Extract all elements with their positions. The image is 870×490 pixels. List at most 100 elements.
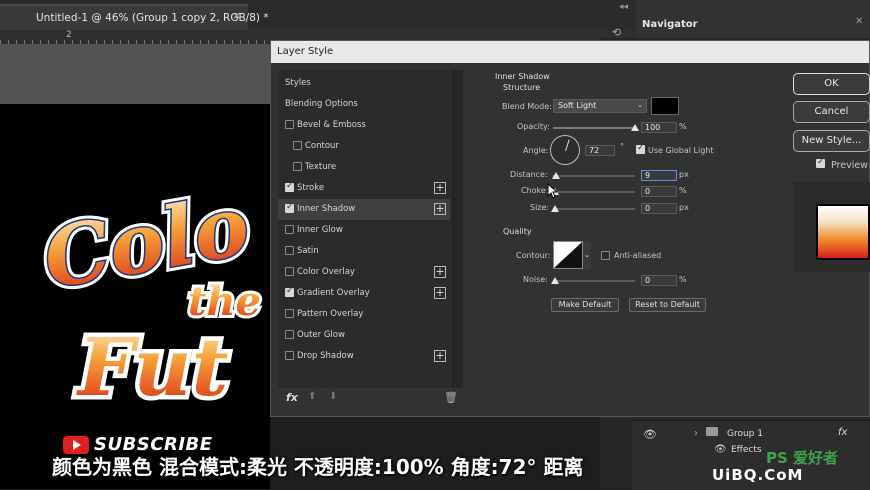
chevron-right-icon[interactable]: › — [694, 428, 698, 439]
size-input[interactable]: 0 — [641, 203, 677, 214]
style-item-label: Inner Glow — [297, 225, 343, 235]
layer-name[interactable]: Group 1 — [727, 429, 763, 439]
style-item-label: Texture — [305, 162, 337, 172]
noise-slider[interactable] — [553, 280, 635, 282]
collapse-arrows-icon[interactable]: ◂◂ — [619, 2, 628, 12]
distance-input[interactable]: 9 — [641, 170, 677, 181]
reset-default-button[interactable]: Reset to Default — [629, 298, 706, 312]
panel-close-icon[interactable]: ✕ — [855, 16, 863, 27]
anti-aliased-checkbox[interactable] — [601, 251, 610, 260]
contour-preview[interactable] — [553, 241, 583, 269]
size-slider-thumb[interactable] — [551, 205, 559, 212]
style-checkbox[interactable] — [285, 286, 294, 297]
size-label: Size: — [530, 203, 550, 212]
cancel-button[interactable]: Cancel — [793, 101, 870, 123]
shadow-color-swatch[interactable] — [651, 97, 679, 115]
ok-button[interactable]: OK — [793, 73, 870, 95]
choke-slider[interactable] — [553, 191, 635, 193]
add-style-plus-icon[interactable]: + — [434, 203, 446, 215]
trash-icon[interactable]: 🗑 — [444, 391, 458, 404]
navigator-panel-header: Navigator — [636, 0, 870, 39]
add-style-plus-icon[interactable]: + — [434, 182, 446, 194]
ruler-number: 2 — [66, 30, 72, 40]
style-item-gradient-overlay[interactable]: Gradient Overlay + — [278, 283, 450, 304]
style-checkbox[interactable] — [285, 330, 294, 339]
noise-unit: % — [679, 275, 687, 284]
use-global-light-checkbox[interactable] — [636, 143, 645, 154]
style-checkbox[interactable] — [285, 202, 294, 213]
style-item-color-overlay[interactable]: Color Overlay + — [278, 262, 450, 283]
style-checkbox[interactable] — [285, 225, 294, 234]
folder-icon — [706, 427, 718, 436]
style-checkbox[interactable] — [285, 267, 294, 276]
style-checkbox[interactable] — [285, 246, 294, 255]
noise-input[interactable]: 0 — [641, 275, 677, 286]
opacity-input[interactable]: 100 — [641, 122, 677, 133]
opacity-slider-thumb[interactable] — [631, 124, 639, 131]
effects-label[interactable]: Effects — [731, 445, 762, 455]
layer-fx-icon[interactable]: fx — [838, 427, 847, 438]
style-checkbox[interactable] — [285, 309, 294, 318]
blend-mode-select[interactable]: Soft Light ⌄ — [553, 99, 647, 113]
style-item-stroke[interactable]: Stroke + — [278, 178, 450, 199]
blending-options-item[interactable]: Blending Options — [278, 94, 450, 115]
style-item-satin[interactable]: Satin — [278, 241, 450, 262]
move-down-icon[interactable]: ⬇ — [329, 391, 337, 402]
dialog-titlebar[interactable]: Layer Style — [271, 41, 869, 63]
tab-close-icon[interactable]: × — [232, 9, 241, 22]
mouse-cursor-icon — [547, 183, 557, 199]
style-checkbox[interactable] — [285, 351, 294, 360]
styles-header[interactable]: Styles — [278, 73, 450, 94]
add-style-plus-icon[interactable]: + — [434, 266, 446, 278]
structure-title: Structure — [503, 83, 541, 92]
angle-input[interactable]: 72 — [585, 145, 615, 156]
fx-icon[interactable]: fx — [286, 391, 298, 404]
angle-label: Angle: — [523, 146, 549, 155]
style-checkbox[interactable] — [293, 162, 302, 171]
history-brush-icon[interactable]: ⟲ — [612, 26, 621, 39]
canvas[interactable]: Colo Colo the Fut — [0, 104, 270, 489]
size-slider[interactable] — [553, 208, 635, 210]
eye-icon[interactable]: 👁 — [643, 428, 657, 441]
styles-scrollbar[interactable] — [451, 70, 463, 388]
chevron-down-icon[interactable]: ⌄ — [583, 241, 591, 269]
style-item-label: Stroke — [297, 183, 325, 193]
new-style-button[interactable]: New Style... — [793, 130, 870, 152]
style-item-inner-glow[interactable]: Inner Glow — [278, 220, 450, 241]
style-item-inner-shadow[interactable]: Inner Shadow + — [278, 199, 450, 220]
style-item-pattern-overlay[interactable]: Pattern Overlay — [278, 304, 450, 325]
noise-slider-thumb[interactable] — [551, 277, 559, 284]
choke-input[interactable]: 0 — [641, 186, 677, 197]
distance-slider-thumb[interactable] — [552, 172, 561, 179]
preview-checkbox[interactable] — [816, 157, 825, 168]
document-tab[interactable]: Untitled-1 @ 46% (Group 1 copy 2, RGB/8)… — [0, 4, 269, 32]
style-item-label: Bevel & Emboss — [297, 120, 366, 130]
artwork-word-2: the — [188, 278, 261, 325]
distance-label: Distance: — [510, 170, 548, 179]
style-item-label: Drop Shadow — [297, 351, 354, 361]
style-checkbox[interactable] — [285, 120, 294, 129]
style-item-label: Gradient Overlay — [297, 288, 370, 298]
size-unit: px — [679, 203, 689, 212]
watermark-logo: PS 爱好者 — [766, 449, 839, 467]
move-up-icon[interactable]: ⬆ — [308, 391, 316, 402]
opacity-slider[interactable] — [553, 127, 635, 129]
distance-slider[interactable] — [553, 175, 635, 177]
style-item-texture[interactable]: Texture — [278, 157, 450, 178]
make-default-button[interactable]: Make Default — [551, 298, 619, 312]
style-item-drop-shadow[interactable]: Drop Shadow + — [278, 346, 450, 367]
style-item-contour[interactable]: Contour — [278, 136, 450, 157]
style-checkbox[interactable] — [285, 181, 294, 192]
distance-unit: px — [679, 170, 689, 179]
add-style-plus-icon[interactable]: + — [434, 287, 446, 299]
degree-sign: ° — [620, 142, 624, 151]
style-item-label: Inner Shadow — [297, 204, 356, 214]
style-item-bevel-emboss[interactable]: Bevel & Emboss — [278, 115, 450, 136]
blend-mode-label: Blend Mode: — [502, 102, 552, 111]
effects-eye-icon[interactable]: 👁 — [714, 444, 727, 455]
blending-options-label: Blending Options — [285, 99, 358, 109]
style-checkbox[interactable] — [293, 141, 302, 150]
choke-label: Choke: — [521, 186, 549, 195]
add-style-plus-icon[interactable]: + — [434, 350, 446, 362]
style-item-outer-glow[interactable]: Outer Glow — [278, 325, 450, 346]
